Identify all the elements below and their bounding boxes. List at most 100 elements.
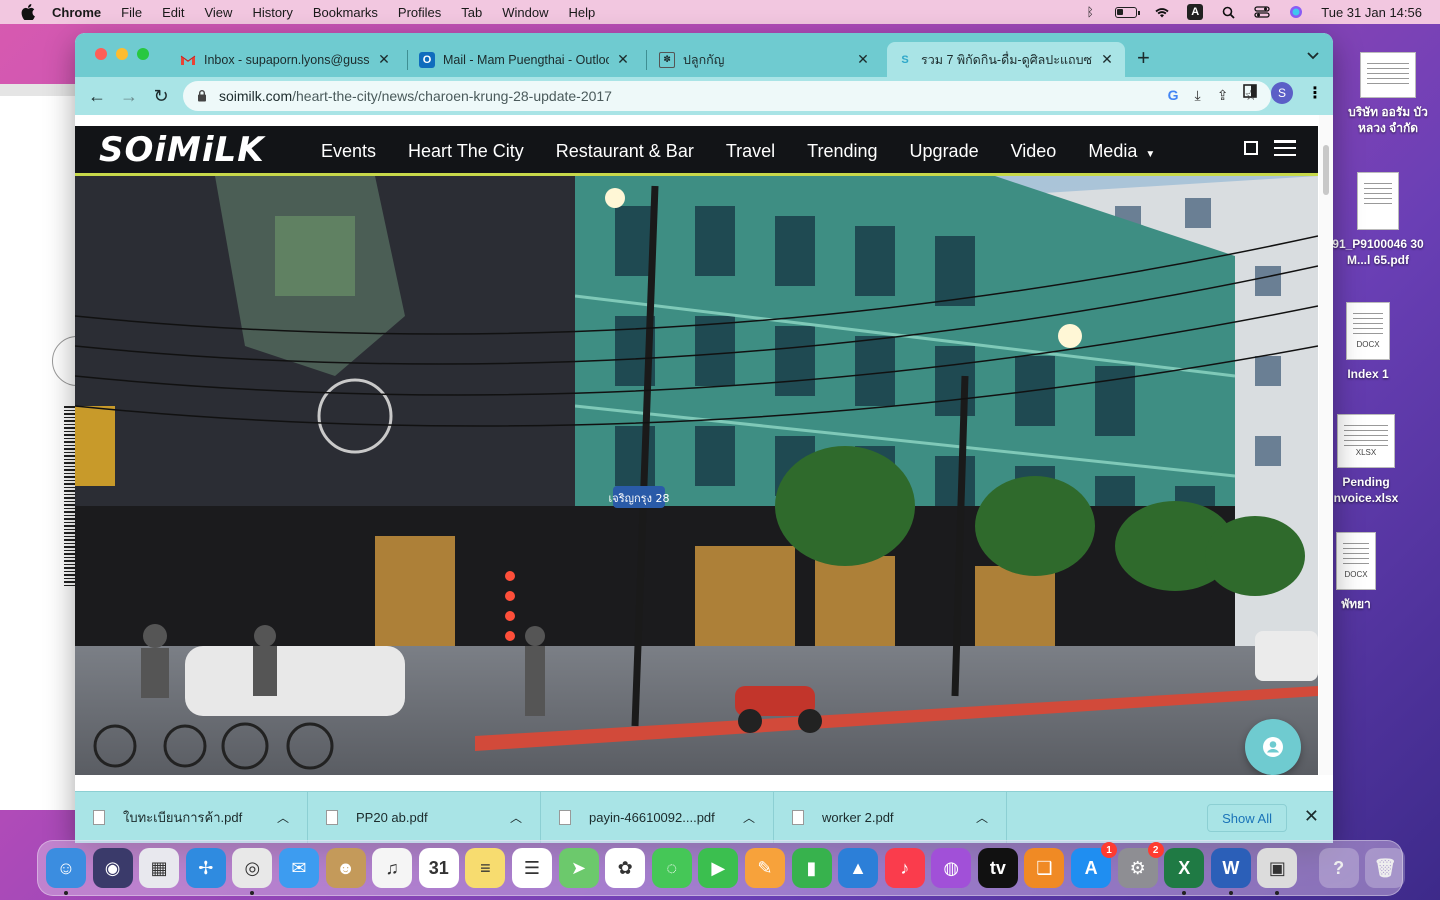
tab-cannabis[interactable]: ✽ ปลูกกัญ ✕ [649, 42, 881, 77]
download-item[interactable]: ใบทะเบียนการค้า.pdf ︿ [75, 791, 308, 843]
menu-view[interactable]: View [204, 5, 232, 20]
tab-close-icon[interactable]: ✕ [1099, 51, 1115, 68]
music-icon[interactable]: ♪ [884, 848, 925, 888]
input-source-icon[interactable]: A [1187, 4, 1204, 20]
mail-icon[interactable]: ✉ [278, 848, 319, 888]
help-icon[interactable]: ? [1318, 848, 1359, 888]
menu-tab[interactable]: Tab [461, 5, 482, 20]
desktop-file-pdf[interactable]: 91_P9100046 30 M...l 65.pdf [1328, 172, 1428, 268]
calendar-icon[interactable]: 31 [418, 848, 459, 888]
excel-icon[interactable]: X [1164, 848, 1205, 895]
photos-icon[interactable]: ✿ [605, 848, 646, 888]
show-all-downloads-button[interactable]: Show All [1207, 804, 1287, 832]
nav-heart-the-city[interactable]: Heart The City [392, 141, 540, 162]
menu-window[interactable]: Window [502, 5, 548, 20]
background-document-window[interactable] [0, 84, 82, 810]
download-item[interactable]: worker 2.pdf ︿ [774, 791, 1007, 843]
lock-icon[interactable] [197, 89, 209, 103]
finder-icon[interactable]: ☺ [46, 848, 86, 895]
close-icon[interactable]: ✕ [1304, 806, 1319, 827]
chevron-down-icon[interactable] [1307, 47, 1319, 63]
menu-app-name[interactable]: Chrome [52, 5, 101, 20]
bluetooth-icon[interactable]: ᛒ [1081, 5, 1099, 19]
nav-events[interactable]: Events [305, 141, 392, 162]
system-preferences-icon[interactable]: ⚙ 2 [1117, 842, 1164, 888]
numbers-icon[interactable]: ▮ [791, 848, 832, 888]
word-icon[interactable]: W [1210, 848, 1251, 895]
chevron-up-icon[interactable]: ︿ [277, 809, 289, 826]
tab-close-icon[interactable]: ✕ [615, 51, 631, 68]
chrome-icon[interactable]: ◎ [232, 848, 273, 895]
tab-close-icon[interactable]: ✕ [855, 51, 871, 68]
chat-button[interactable] [1245, 719, 1301, 775]
launchpad-icon[interactable]: ▦ [139, 848, 180, 888]
menu-profiles[interactable]: Profiles [398, 5, 441, 20]
share-icon[interactable]: ⇪ [1217, 87, 1229, 104]
reminders-icon[interactable]: ☰ [511, 848, 552, 888]
nav-media[interactable]: Media ▼ [1072, 141, 1171, 162]
address-bar[interactable]: soimilk.com/heart-the-city/news/charoen-… [183, 81, 1271, 111]
menu-edit[interactable]: Edit [162, 5, 184, 20]
menu-help[interactable]: Help [569, 5, 596, 20]
forward-icon[interactable]: → [113, 86, 145, 107]
desktop-file-company[interactable]: บริษัท ออรัม บัวหลวง จำกัด [1338, 52, 1438, 136]
download-item[interactable]: payin-46610092....pdf ︿ [541, 791, 774, 843]
siri-icon[interactable]: ◉ [92, 848, 133, 888]
nav-trending[interactable]: Trending [791, 141, 893, 162]
tab-gmail[interactable]: Inbox - supaporn.lyons@gussin ✕ [170, 42, 402, 77]
install-icon[interactable]: ⤓ [1195, 87, 1201, 104]
menu-clock[interactable]: Tue 31 Jan 14:56 [1321, 5, 1422, 20]
reload-icon[interactable]: ↻ [145, 86, 177, 107]
safari-icon[interactable]: ✢ [185, 848, 226, 888]
tab-soimilk[interactable]: S รวม 7 พิกัดกิน-ดื่ม-ดูศิลปะแถบซอย ✕ [887, 42, 1125, 77]
battery-icon[interactable] [1115, 6, 1141, 18]
wifi-icon[interactable] [1153, 5, 1171, 19]
chevron-up-icon[interactable]: ︿ [976, 809, 988, 826]
apple-icon[interactable] [18, 0, 38, 24]
profile-avatar[interactable]: S [1271, 82, 1293, 104]
appletv-icon[interactable]: tv [977, 848, 1018, 888]
menu-history[interactable]: History [252, 5, 292, 20]
preview-icon[interactable]: ▣ [1257, 848, 1298, 895]
tab-outlook[interactable]: O Mail - Mam Puengthai - Outloo ✕ [409, 42, 641, 77]
hamburger-menu-icon[interactable] [1274, 140, 1296, 156]
messages-icon[interactable]: ◌ [651, 848, 692, 888]
scrollbar-thumb[interactable] [1323, 145, 1329, 195]
books-icon[interactable]: ❑ [1024, 848, 1065, 888]
menu-file[interactable]: File [121, 5, 142, 20]
square-icon[interactable] [1244, 141, 1258, 155]
back-icon[interactable]: ← [81, 86, 113, 107]
nav-video[interactable]: Video [995, 141, 1073, 162]
chevron-up-icon[interactable]: ︿ [743, 809, 755, 826]
siri-menu-icon[interactable] [1287, 5, 1305, 19]
control-center-icon[interactable] [1253, 5, 1271, 19]
kebab-menu-icon[interactable]: ⋮ [1307, 83, 1323, 103]
facetime-icon[interactable]: ▶ [698, 848, 739, 888]
page-scrollbar[interactable] [1319, 115, 1333, 775]
keynote-icon[interactable]: ▲ [838, 848, 879, 888]
trash-icon[interactable]: 🗑 [1365, 848, 1406, 888]
minimize-window-button[interactable] [116, 48, 128, 60]
new-tab-button[interactable]: + [1137, 45, 1150, 71]
podcasts-icon[interactable]: ◍ [931, 848, 972, 888]
nav-restaurant-bar[interactable]: Restaurant & Bar [540, 141, 710, 162]
tab-close-icon[interactable]: ✕ [376, 51, 392, 68]
maps-icon[interactable]: ➤ [558, 848, 599, 888]
pages-icon[interactable]: ✎ [744, 848, 785, 888]
side-panel-icon[interactable] [1243, 83, 1257, 103]
google-icon[interactable]: G [1168, 87, 1179, 104]
contacts-icon[interactable]: ☻ [325, 848, 366, 888]
chevron-up-icon[interactable]: ︿ [510, 809, 522, 826]
download-item[interactable]: PP20 ab.pdf ︿ [308, 791, 541, 843]
nav-upgrade[interactable]: Upgrade [894, 141, 995, 162]
appstore-icon[interactable]: A1 [1071, 842, 1118, 888]
nav-travel[interactable]: Travel [710, 141, 791, 162]
desktop-file-index[interactable]: DOCX Index 1 [1318, 302, 1418, 382]
notes-icon[interactable]: ≡ [465, 848, 506, 888]
itunes-icon[interactable]: ♫ [372, 848, 413, 888]
spotlight-icon[interactable] [1219, 5, 1237, 19]
site-logo[interactable]: SOiMiLK [99, 130, 265, 170]
close-window-button[interactable] [95, 48, 107, 60]
zoom-window-button[interactable] [137, 48, 149, 60]
menu-bookmarks[interactable]: Bookmarks [313, 5, 378, 20]
